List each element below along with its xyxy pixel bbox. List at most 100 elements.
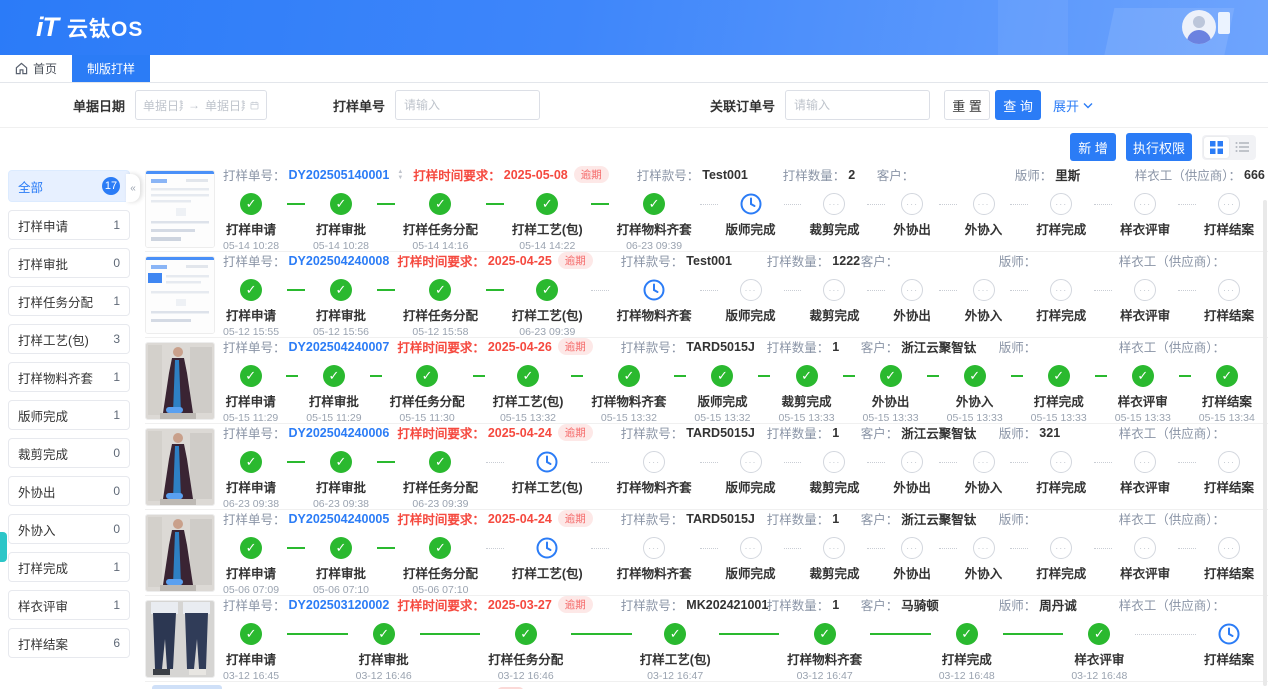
sidebar-status-item[interactable]: 版师完成 1 — [8, 400, 130, 430]
sidebar-item-count: 0 — [113, 446, 120, 460]
step-pending-icon: ··· — [973, 279, 995, 301]
sidebar-item-label: 打样申请 — [18, 216, 68, 235]
workflow-timeline: ✓ 打样申请 03-12 16:45 ✓ 打样审批 03-12 16:46 ✓ … — [223, 623, 1254, 682]
sidebar-status-item[interactable]: 打样审批 0 — [8, 248, 130, 278]
user-avatar[interactable] — [1182, 10, 1216, 44]
step-pending-icon: ··· — [1218, 451, 1240, 473]
sidebar-status-item[interactable]: 打样物料齐套 1 — [8, 362, 130, 392]
sidebar-status-item[interactable]: 样衣评审 1 — [8, 590, 130, 620]
step-connector — [591, 462, 609, 463]
qty-field: 打样数量： 1 — [767, 423, 833, 442]
order-no-link[interactable]: DY202504240007 — [289, 340, 390, 354]
sample-thumbnail[interactable] — [145, 170, 215, 248]
step-pending-icon: ··· — [1218, 279, 1240, 301]
pattern-maker-field: 版师： 321 — [999, 423, 1091, 442]
tab-pattern-sampling[interactable]: 制版打样 — [72, 55, 150, 82]
order-no-link[interactable]: DY202504240005 — [289, 512, 390, 526]
step-done-icon: ✓ — [240, 279, 262, 301]
style-no-value: Test001 — [702, 168, 748, 182]
header-decoration — [1218, 12, 1230, 34]
list-view-button[interactable] — [1229, 137, 1254, 158]
sample-thumbnail[interactable] — [145, 256, 215, 334]
sample-thumbnail[interactable] — [145, 514, 215, 592]
sample-order-row: 打样单号： DY202504240006 打样时间要求： 2025-04-24 … — [145, 424, 1268, 510]
grid-view-icon — [1210, 141, 1223, 154]
reset-button[interactable]: 重 置 — [944, 90, 990, 120]
step-connector — [784, 548, 802, 549]
step-time: 03-12 16:47 — [797, 670, 853, 682]
time-req-label: 打样时间要求： — [397, 595, 485, 614]
workflow-step: ✓ 打样完成 05-15 13:33 — [1031, 365, 1087, 424]
sample-order-row: 打样单号： DY202504240007 打样时间要求： 2025-04-26 … — [145, 338, 1268, 424]
step-done-icon: ✓ — [664, 623, 686, 645]
card-view-button[interactable] — [1204, 137, 1229, 158]
qty-label: 打样数量： — [767, 423, 830, 442]
step-label: 打样任务分配 — [488, 649, 563, 668]
order-no-link[interactable]: DY202504240008 — [289, 254, 390, 268]
date-filter-label: 单据日期 — [73, 96, 125, 115]
add-button[interactable]: 新 增 — [1070, 133, 1116, 161]
sidebar-status-item[interactable]: 外协入 0 — [8, 514, 130, 544]
sample-thumbnail[interactable] — [145, 342, 215, 420]
step-label: 样衣评审 — [1120, 563, 1170, 582]
step-connector — [700, 462, 718, 463]
sample-no-input[interactable] — [395, 90, 540, 120]
step-label: 外协入 — [965, 305, 1003, 324]
step-pending-icon: ··· — [1050, 451, 1072, 473]
sidebar-status-item[interactable]: 打样任务分配 1 — [8, 286, 130, 316]
side-drawer-handle[interactable] — [0, 532, 7, 562]
step-label: 裁剪完成 — [809, 305, 859, 324]
order-no-link[interactable]: DY202503120002 — [289, 598, 390, 612]
sort-carets[interactable]: ▲▼ — [397, 169, 403, 181]
step-connector — [370, 375, 382, 377]
sidebar-status-item[interactable]: 全部 17 — [8, 170, 130, 202]
sidebar-item-label: 打样结案 — [18, 634, 68, 653]
order-no-link[interactable]: DY202505140001 — [289, 168, 390, 182]
step-label: 打样审批 — [309, 391, 359, 410]
step-label: 打样申请 — [226, 219, 276, 238]
expand-link[interactable]: 展开 — [1053, 96, 1093, 115]
sample-order-row: 打样单号： DY202503120002 打样时间要求： 2025-03-27 … — [145, 596, 1268, 682]
sidebar-status-item[interactable]: 打样结案 6 — [8, 628, 130, 658]
workflow-step: ✓ 打样任务分配 05-06 07:10 — [403, 537, 478, 596]
step-time: 05-15 13:33 — [1031, 412, 1087, 424]
overdue-badge: 逾期 — [558, 510, 593, 527]
step-label: 外协入 — [965, 563, 1003, 582]
step-time: 05-15 13:32 — [500, 412, 556, 424]
step-label: 外协出 — [893, 219, 931, 238]
date-range-picker[interactable]: 单据日期... → 单据日期... — [135, 90, 267, 120]
sidebar-collapse-handle[interactable]: « — [126, 174, 140, 202]
exec-permission-button[interactable]: 执行权限 — [1126, 133, 1192, 161]
step-time: 06-23 09:38 — [223, 498, 279, 510]
style-no-field: 打样款号： TARD5015J — [621, 423, 739, 442]
sample-worker-label: 样衣工（供应商）： — [1119, 251, 1225, 270]
sample-worker-field: 样衣工（供应商）： 666 — [1135, 165, 1265, 184]
step-connector — [867, 462, 885, 463]
step-label: 打样物料齐套 — [617, 305, 692, 324]
step-label: 打样工艺(包) — [493, 391, 564, 410]
search-button[interactable]: 查 询 — [995, 90, 1041, 120]
step-pending-icon: ··· — [740, 537, 762, 559]
sample-worker-label: 样衣工（供应商）： — [1119, 509, 1225, 528]
sample-thumbnail[interactable] — [145, 428, 215, 506]
logo-text: 云钛OS — [67, 13, 143, 43]
step-done-icon: ✓ — [1088, 623, 1110, 645]
sample-thumbnail[interactable] — [145, 600, 215, 678]
style-no-label: 打样款号： — [621, 423, 684, 442]
related-order-input[interactable] — [785, 90, 930, 120]
step-time: 05-15 13:32 — [694, 412, 750, 424]
tab-home[interactable]: 首页 — [0, 55, 72, 82]
time-req-field: 打样时间要求： 2025-03-27 逾期 — [397, 595, 592, 614]
sidebar-status-item[interactable]: 裁剪完成 0 — [8, 438, 130, 468]
step-label: 裁剪完成 — [782, 391, 832, 410]
sidebar-status-item[interactable]: 外协出 0 — [8, 476, 130, 506]
workflow-step: ✓ 打样工艺(包) 05-15 13:32 — [493, 365, 564, 424]
sidebar-status-item[interactable]: 打样完成 1 — [8, 552, 130, 582]
order-no-link[interactable]: DY202504240006 — [289, 426, 390, 440]
sidebar-status-item[interactable]: 打样申请 1 — [8, 210, 130, 240]
scrollbar[interactable] — [1263, 200, 1267, 686]
step-time: 05-15 11:29 — [223, 412, 278, 424]
step-label: 打样任务分配 — [403, 477, 478, 496]
sidebar-status-item[interactable]: 打样工艺(包) 3 — [8, 324, 130, 354]
workflow-step: ··· 外协出 — [893, 451, 931, 496]
